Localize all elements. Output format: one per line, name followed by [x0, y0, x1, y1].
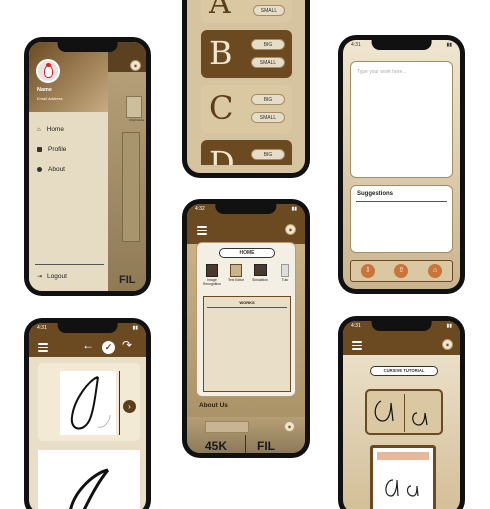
phone-drawing: 4:31 ▮▮ ← ✓ ↷ › — [24, 318, 151, 509]
drawer-item-about[interactable]: About — [37, 166, 65, 173]
profile-icon — [37, 147, 42, 152]
text-input[interactable]: Type your work here... — [350, 61, 453, 178]
letter-glyph: C — [209, 89, 234, 127]
phone-home: 4:32 ▮▮ ◉ HOME Image Recognition Text Edi… — [182, 199, 310, 458]
info-icon — [37, 167, 42, 172]
drawer-screen: ◉ Multimedia FIL Name Email Address ⌂ Ho… — [29, 42, 146, 291]
phone-letters: A SMALL B BIG SMALL C BIG SMALL D BIG — [182, 0, 310, 178]
app-showcase: ◉ Multimedia FIL Name Email Address ⌂ Ho… — [0, 0, 490, 509]
simulation-icon — [253, 264, 267, 276]
menu-icon[interactable] — [197, 226, 207, 235]
next-arrow-icon[interactable]: › — [123, 400, 136, 413]
menu-icon[interactable] — [352, 341, 362, 350]
app-logo-icon: ◉ — [442, 339, 453, 350]
suggestions-title: Suggestions — [357, 191, 394, 197]
phone-cursive: 4:31 ▮▮ ◉ CURSIVE TUTORIAL — [338, 316, 465, 509]
practice-card[interactable] — [370, 445, 436, 509]
trace-canvas[interactable] — [60, 371, 116, 435]
cursive-appbar: 4:31 ▮▮ ◉ — [343, 321, 460, 355]
logout-icon: ⇥ — [37, 274, 43, 280]
phone-editor: 4:31 ▮▮ Type your work here... Suggestion… — [338, 35, 465, 294]
works-panel: WORKS — [203, 296, 291, 392]
drawer-item-label: Home — [46, 126, 64, 133]
drawer-item-profile[interactable]: Profile — [37, 146, 66, 153]
drawer-divider — [35, 264, 104, 265]
banner-number: 45K — [205, 439, 228, 453]
small-button[interactable]: SMALL — [251, 112, 285, 123]
works-title: WORKS — [239, 300, 255, 305]
cursive-screen: 4:31 ▮▮ ◉ CURSIVE TUTORIAL — [343, 321, 460, 509]
letter-preview-card: › — [38, 363, 140, 441]
letter-glyph: B — [209, 34, 233, 72]
suggestions-panel: Suggestions — [350, 185, 453, 253]
small-button[interactable]: SMALL — [251, 57, 285, 68]
save-icon[interactable]: ⇩ — [360, 264, 375, 278]
drawer-header: Name Email Address — [29, 42, 108, 112]
home-screen: 4:32 ▮▮ ◉ HOME Image Recognition Text Edi… — [187, 204, 305, 453]
home-icon[interactable]: ⌂ — [428, 264, 443, 278]
user-email: Email Address — [37, 96, 63, 101]
app-logo-icon: ◉ — [285, 224, 296, 235]
phone-drawer: ◉ Multimedia FIL Name Email Address ⌂ Ho… — [24, 37, 151, 296]
avatar[interactable] — [36, 59, 60, 83]
upload-icon[interactable]: ⇧ — [394, 264, 409, 278]
user-name: Name — [37, 87, 52, 93]
big-button[interactable]: BIG — [251, 94, 285, 105]
banner-logo-icon: ◉ — [284, 421, 295, 432]
image-recognition-icon — [206, 264, 218, 277]
drawing-canvas[interactable] — [38, 450, 140, 509]
drawer-item-label: About — [48, 166, 65, 173]
feature-simulation[interactable]: Simulation — [250, 264, 270, 282]
letter-card-a[interactable]: A SMALL — [201, 0, 292, 23]
home-button[interactable]: HOME — [219, 248, 275, 258]
editor-screen: 4:31 ▮▮ Type your work here... Suggestion… — [343, 40, 460, 289]
feature-label: Text Editor — [227, 278, 245, 282]
logout-label: Logout — [47, 273, 67, 280]
check-icon[interactable]: ✓ — [102, 341, 115, 354]
freehand-stroke — [69, 468, 110, 509]
text-placeholder: Type your work here... — [357, 69, 407, 75]
letter-pair-card[interactable] — [365, 389, 443, 435]
home-icon: ⌂ — [37, 126, 41, 133]
feature-label: Simulation — [252, 278, 268, 282]
drawer-item-home[interactable]: ⌂ Home — [37, 126, 64, 133]
back-arrow-icon[interactable]: ← — [82, 338, 94, 352]
big-button[interactable]: BIG — [251, 149, 285, 160]
bg-side-label: Multimedia — [129, 118, 144, 122]
drawing-screen: 4:31 ▮▮ ← ✓ ↷ › — [29, 323, 146, 509]
letters-screen: A SMALL B BIG SMALL C BIG SMALL D BIG — [187, 0, 305, 173]
bg-banner: FIL — [119, 274, 136, 286]
feature-tutorial[interactable]: Tuto — [278, 264, 292, 282]
drawer-item-label: Profile — [48, 146, 67, 153]
logout-button[interactable]: ⇥ Logout — [37, 273, 67, 280]
text-editor-icon — [230, 264, 242, 277]
menu-icon[interactable] — [38, 343, 48, 352]
small-button[interactable]: SMALL — [253, 5, 285, 16]
big-button[interactable]: BIG — [251, 39, 285, 50]
about-us-heading: About Us — [199, 402, 228, 409]
letter-glyph: D — [209, 144, 235, 165]
feature-label: Tuto — [281, 278, 289, 282]
letter-card-b[interactable]: B BIG SMALL — [201, 30, 292, 78]
about-banner: ◉ 45K FIL — [187, 417, 305, 453]
letter-glyph: A — [209, 0, 231, 21]
drawing-appbar: 4:31 ▮▮ ← ✓ ↷ — [29, 323, 146, 357]
tutorial-icon — [281, 264, 289, 277]
banner-text: FIL — [257, 439, 275, 453]
editor-toolbar: ⇩ ⇧ ⌂ — [350, 260, 453, 282]
app-logo-icon: ◉ — [130, 60, 141, 71]
redo-icon[interactable]: ↷ — [122, 338, 132, 352]
feature-label: Image Recognition — [203, 278, 221, 286]
cursive-title: CURSIVE TUTORIAL — [370, 366, 438, 376]
feature-text-editor[interactable]: Text Editor — [226, 264, 246, 282]
letter-card-c[interactable]: C BIG SMALL — [201, 85, 292, 133]
letter-card-d[interactable]: D BIG — [201, 140, 292, 165]
home-card: HOME Image Recognition Text Editor Simul… — [196, 242, 296, 397]
nav-drawer: Name Email Address ⌂ Home Profile About — [29, 42, 108, 291]
feature-image-recognition[interactable]: Image Recognition — [202, 264, 222, 286]
home-appbar: 4:32 ▮▮ ◉ — [187, 204, 305, 244]
practice-strokes — [385, 479, 419, 497]
cursive-letter-drawing — [70, 376, 111, 430]
